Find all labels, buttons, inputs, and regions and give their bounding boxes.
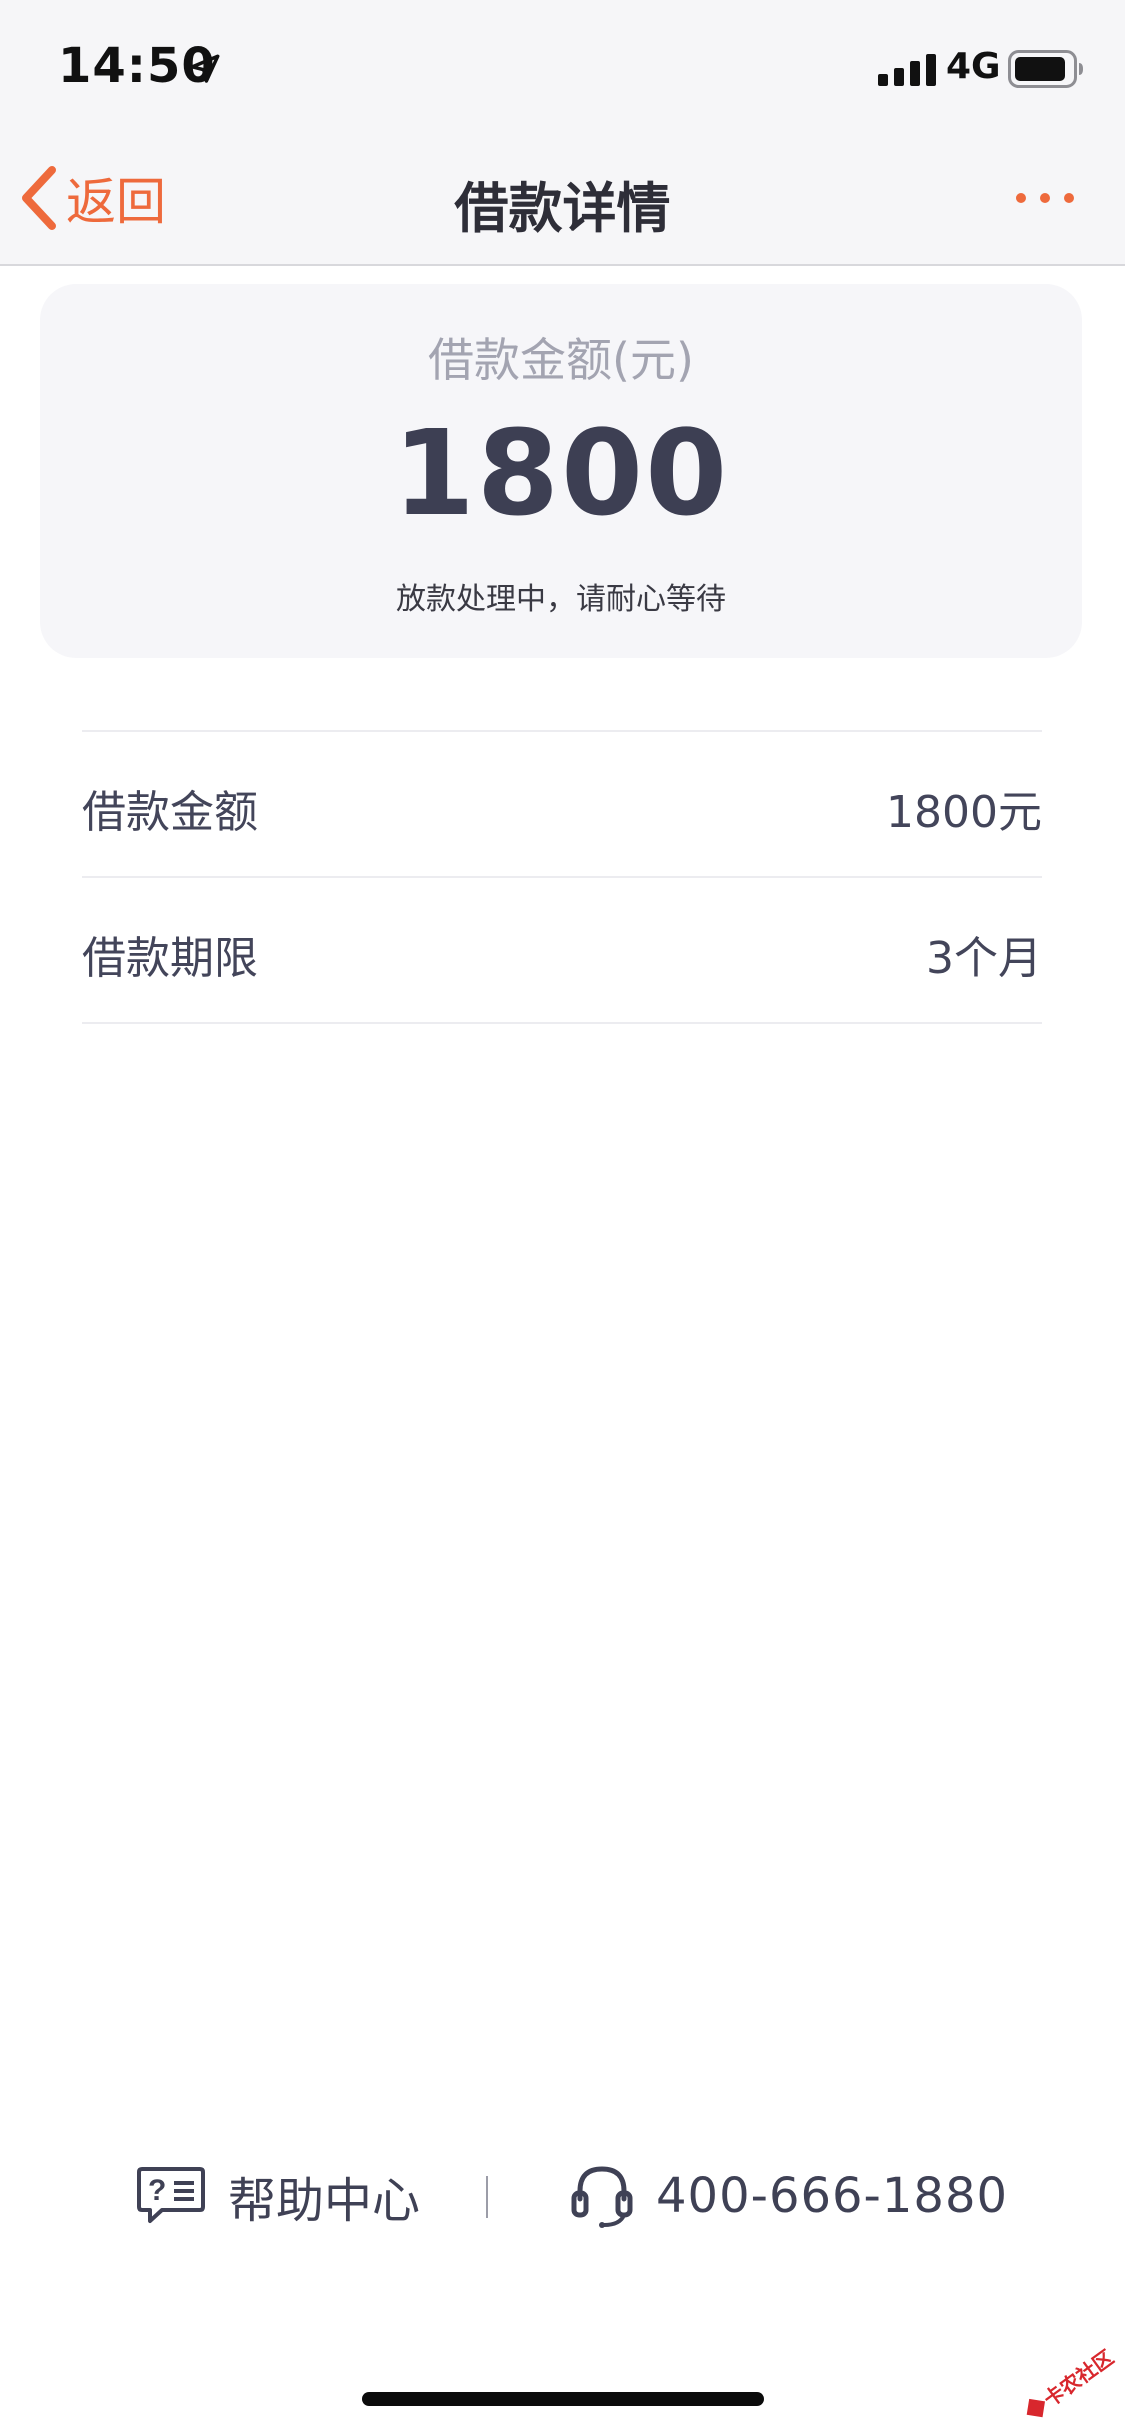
status-bar: 14:50 4G [0, 0, 1125, 132]
detail-value: 3个月 [926, 933, 1042, 984]
disbursement-status-text: 放款处理中，请耐心等待 [396, 582, 726, 617]
help-chat-icon: ? [137, 2167, 205, 2223]
detail-label: 借款金额 [82, 787, 258, 838]
loan-detail-screen: 14:50 4G 返回 借款详情 借款金额(元) 1800 放款处理中，请耐心等… [0, 0, 1125, 2436]
svg-text:?: ? [148, 2174, 166, 2207]
detail-label: 借款期限 [82, 933, 258, 984]
signal-bars-icon [878, 54, 936, 86]
watermark-logo: 卡农社区 [1026, 2345, 1118, 2418]
location-arrow-icon [190, 54, 220, 83]
help-center-button[interactable]: ? 帮助中心 [136, 2160, 420, 2232]
battery-icon [1008, 50, 1083, 88]
detail-row-loan-term: 借款期限 3个月 [82, 878, 1042, 1024]
loan-amount-card: 借款金额(元) 1800 放款处理中，请耐心等待 [40, 284, 1082, 658]
nav-bar: 返回 借款详情 [0, 132, 1125, 266]
detail-row-loan-amount: 借款金额 1800元 [82, 732, 1042, 878]
detail-value: 1800元 [886, 787, 1042, 838]
home-indicator[interactable] [362, 2392, 764, 2406]
page-title: 借款详情 [454, 177, 671, 240]
more-dots-icon[interactable] [1013, 184, 1077, 212]
svg-text:卡农社区: 卡农社区 [1039, 2345, 1118, 2411]
network-type-label: 4G [946, 46, 1001, 87]
loan-detail-list: 借款金额 1800元 借款期限 3个月 [82, 730, 1042, 1024]
loan-amount-card-label: 借款金额(元) [428, 333, 694, 387]
footer-divider [486, 2176, 488, 2218]
headset-icon [571, 2166, 633, 2228]
help-center-label: 帮助中心 [228, 2173, 421, 2229]
customer-service-phone-button[interactable]: 400-666-1880 [570, 2160, 1008, 2232]
footer-support-bar: ? 帮助中心 400-666-1880 [0, 2160, 1125, 2232]
customer-service-phone-number: 400-666-1880 [656, 2168, 1009, 2224]
loan-amount-value: 1800 [392, 404, 730, 542]
